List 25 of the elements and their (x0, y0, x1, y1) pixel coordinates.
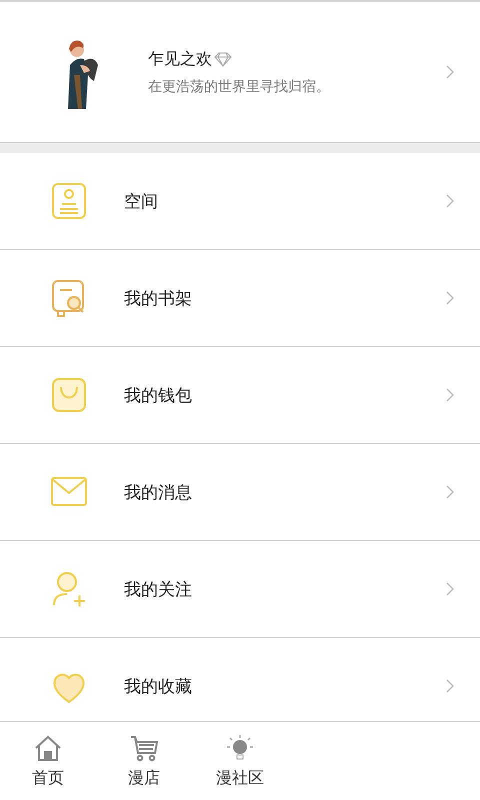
user-bio: 在更浩荡的世界里寻找归宿。 (148, 78, 331, 96)
tab[interactable]: 漫社区 (192, 722, 288, 800)
add-user-icon (50, 569, 88, 609)
lightbulb-icon (225, 734, 255, 762)
chevron-icon (446, 65, 454, 79)
diamond-icon (214, 52, 232, 66)
chevron-icon (446, 485, 454, 499)
menu-item[interactable]: 我的钱包 (0, 347, 480, 444)
menu-item[interactable]: 我的书架 (0, 250, 480, 347)
chevron-icon (446, 679, 454, 693)
menu-item[interactable]: 我的消息 (0, 444, 480, 541)
menu-item[interactable]: 空间 (0, 153, 480, 250)
wallet-icon (50, 375, 88, 415)
chevron-icon (446, 582, 454, 596)
profile-card[interactable]: 乍见之欢 在更浩荡的世界里寻找归宿。 (0, 2, 480, 143)
tab[interactable]: 漫店 (96, 722, 192, 800)
tab[interactable]: 首页 (0, 722, 96, 800)
id-card-icon (50, 181, 88, 221)
user-name: 乍见之欢 (148, 48, 212, 70)
menu-item[interactable]: 我的关注 (0, 541, 480, 638)
chevron-icon (446, 194, 454, 208)
home-icon (33, 734, 63, 762)
cart-icon (129, 734, 159, 762)
chevron-icon (446, 388, 454, 402)
chevron-icon (446, 291, 454, 305)
